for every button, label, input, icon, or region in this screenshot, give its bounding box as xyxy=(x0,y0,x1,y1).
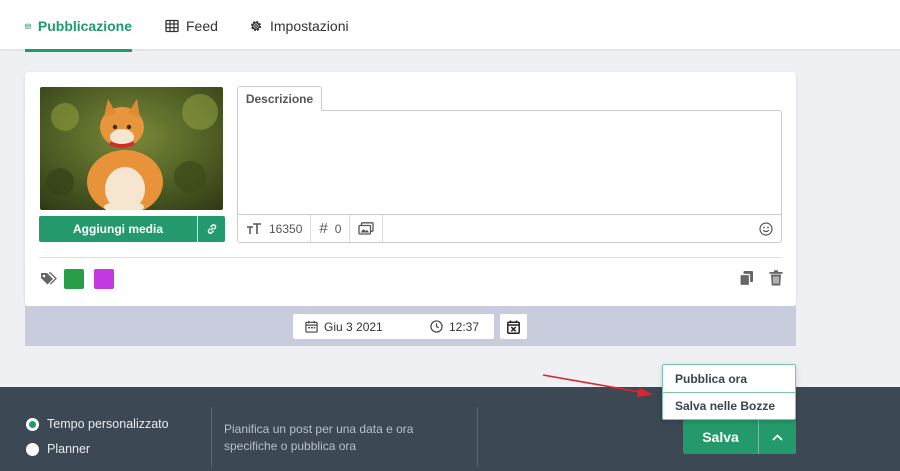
post-editor-card: Aggiungi media Descrizione 16350 # 0 xyxy=(25,72,796,306)
calendar-icon xyxy=(25,22,31,29)
menu-item-pubblica-ora[interactable]: Pubblica ora xyxy=(663,365,795,392)
calendar-icon xyxy=(305,320,318,333)
emoji-button[interactable] xyxy=(751,215,781,242)
table-grid-icon xyxy=(165,19,179,32)
char-count: 16350 xyxy=(269,221,303,236)
option-label: Planner xyxy=(47,442,91,456)
menu-item-salva-bozze[interactable]: Salva nelle Bozze xyxy=(663,392,795,419)
description-textarea[interactable] xyxy=(237,110,782,215)
publish-info-text: Pianifica un post per una data e ora spe… xyxy=(224,422,414,453)
gear-icon xyxy=(250,20,262,31)
tab-label: Pubblicazione xyxy=(37,17,132,34)
tags-icon[interactable] xyxy=(40,272,57,286)
description-toolbar: 16350 # 0 xyxy=(237,214,782,243)
images-icon xyxy=(358,222,375,235)
description-tab[interactable]: Descrizione xyxy=(237,86,322,111)
char-counter: 16350 xyxy=(238,215,312,242)
radio-selected[interactable] xyxy=(26,417,39,431)
add-link-button[interactable] xyxy=(198,216,225,242)
save-button[interactable]: Salva xyxy=(683,420,759,454)
option-tempo-personalizzato[interactable]: Tempo personalizzato xyxy=(26,417,169,431)
schedule-strip: Giu 3 2021 12:37 xyxy=(25,306,796,346)
tab-label: Feed xyxy=(186,17,218,34)
hashtag-icon: # xyxy=(319,220,328,237)
card-divider xyxy=(39,257,782,258)
footer-divider xyxy=(211,407,212,467)
emoji-icon xyxy=(759,221,773,236)
datetime-picker[interactable]: Giu 3 2021 12:37 xyxy=(293,314,494,339)
save-options-menu: Pubblica ora Salva nelle Bozze xyxy=(662,364,796,420)
tag-color-green[interactable] xyxy=(64,269,84,289)
tab-impostazioni[interactable]: Impostazioni xyxy=(249,0,349,51)
add-media-group: Aggiungi media xyxy=(39,216,225,242)
top-tab-bar: Pubblicazione Feed Impostazioni xyxy=(0,0,900,52)
date-field[interactable]: Giu 3 2021 xyxy=(293,320,418,334)
footer-divider xyxy=(477,407,478,467)
calendar-remove-icon xyxy=(507,320,520,334)
radio-unselected[interactable] xyxy=(26,442,39,456)
duplicate-icon[interactable] xyxy=(739,270,754,286)
gallery-button[interactable] xyxy=(350,215,384,242)
tab-label: Impostazioni xyxy=(270,17,349,34)
tab-pubblicazione[interactable]: Pubblicazione xyxy=(25,0,132,52)
trash-icon[interactable] xyxy=(769,270,783,286)
clear-date-button[interactable] xyxy=(500,314,527,339)
option-planner[interactable]: Planner xyxy=(26,442,90,456)
cat-photo xyxy=(40,87,223,210)
clock-icon xyxy=(430,320,443,333)
date-value: Giu 3 2021 xyxy=(324,319,383,334)
hashtag-count: 0 xyxy=(334,221,342,236)
save-button-group: Salva xyxy=(683,420,796,454)
hashtag-counter: # 0 xyxy=(311,215,351,242)
link-icon xyxy=(207,224,216,234)
option-label: Tempo personalizzato xyxy=(47,417,169,431)
time-value: 12:37 xyxy=(449,319,480,334)
text-size-icon xyxy=(247,222,261,234)
save-menu-toggle[interactable] xyxy=(759,420,796,454)
tag-color-purple[interactable] xyxy=(94,269,114,289)
chevron-up-icon xyxy=(772,433,783,441)
time-field[interactable]: 12:37 xyxy=(418,320,479,334)
media-thumbnail[interactable] xyxy=(40,87,223,210)
tab-feed[interactable]: Feed xyxy=(165,0,218,51)
add-media-button[interactable]: Aggiungi media xyxy=(39,216,198,242)
